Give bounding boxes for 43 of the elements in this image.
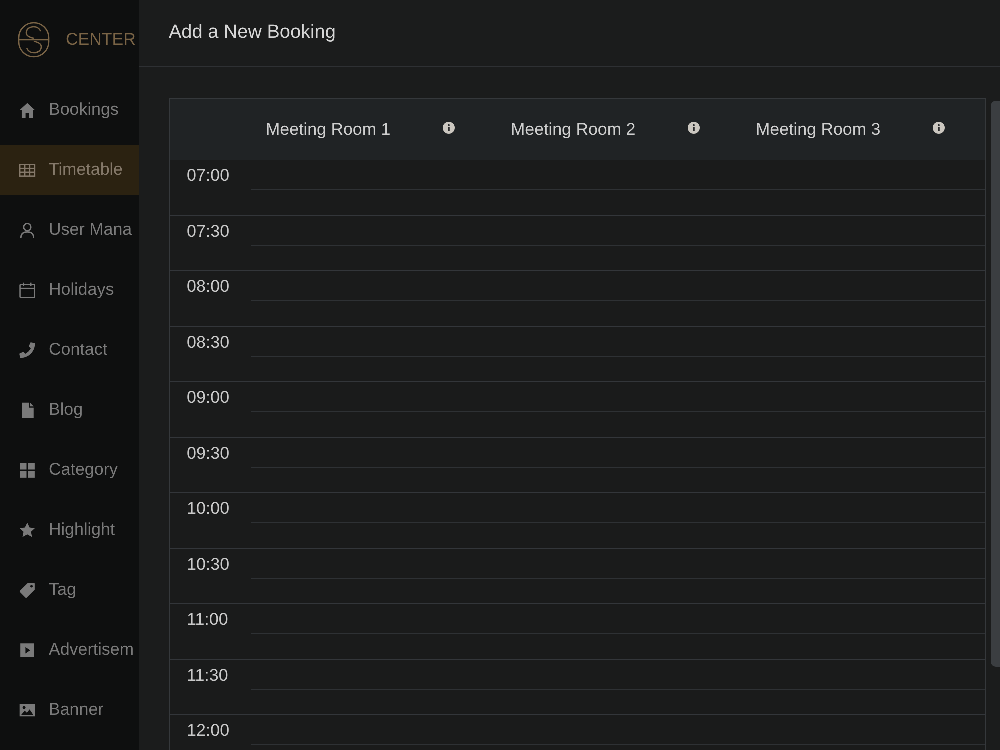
info-icon[interactable]	[933, 122, 945, 134]
column-header: Meeting Room 1	[266, 120, 392, 140]
time-label: 10:30	[187, 554, 230, 574]
sidebar-item[interactable]: Highlight	[0, 505, 139, 555]
time-label: 08:30	[187, 332, 230, 352]
time-label: 09:00	[187, 388, 230, 407]
tag-icon	[19, 582, 36, 598]
sidebar-item[interactable]: Timetable	[0, 145, 139, 195]
calendar-icon	[19, 282, 36, 298]
four-squares-icon	[19, 462, 36, 478]
sidebar-item[interactable]: Category	[0, 445, 139, 495]
time-label: 11:30	[187, 666, 228, 684]
star-icon	[19, 522, 36, 538]
play-icon	[19, 642, 36, 658]
column-header: Meeting Room 3	[756, 120, 882, 140]
sidebar-item[interactable]: Banner	[0, 685, 139, 735]
time-label: 07:30	[187, 222, 230, 240]
sidebar-item[interactable]: Blog	[0, 385, 139, 435]
person-icon	[19, 222, 36, 238]
scrollbar[interactable]	[991, 101, 1000, 667]
sidebar-item[interactable]: Bookings	[0, 85, 139, 135]
house-icon	[19, 102, 36, 118]
logo-icon	[18, 22, 50, 58]
sidebar-item[interactable]: Tag	[0, 565, 139, 615]
table-grid-icon	[19, 162, 36, 178]
sidebar-item[interactable]: User Mana	[0, 205, 139, 255]
time-label: 07:00	[187, 166, 230, 185]
sidebar-item[interactable]: Holidays	[0, 265, 139, 315]
info-icon[interactable]	[688, 122, 700, 134]
time-label: 11:00	[187, 610, 228, 629]
column-header: Meeting Room 2	[511, 120, 637, 140]
sidebar-item[interactable]: Advertisem	[0, 625, 139, 675]
phone-icon	[19, 342, 36, 358]
time-label: 12:00	[187, 721, 230, 740]
time-label: 10:00	[187, 499, 230, 518]
info-icon[interactable]	[443, 122, 455, 134]
sidebar-item[interactable]: Contact	[0, 325, 139, 375]
time-label: 08:00	[187, 277, 230, 296]
time-label: 09:30	[187, 444, 230, 462]
logo-text: CENTER	[66, 30, 136, 50]
document-icon	[19, 402, 36, 418]
image-icon	[19, 702, 36, 718]
panel-title: Add a New Booking	[169, 22, 336, 44]
